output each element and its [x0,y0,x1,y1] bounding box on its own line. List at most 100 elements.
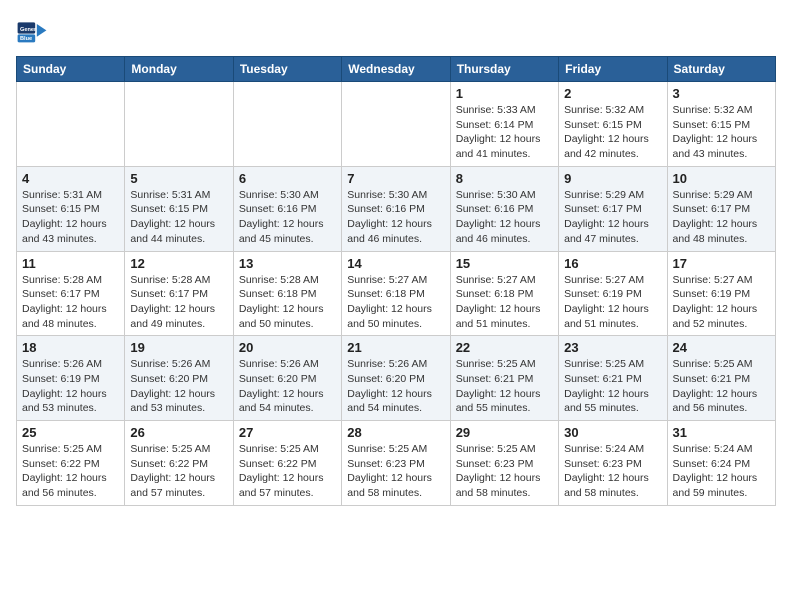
day-info: Sunrise: 5:27 AM Sunset: 6:18 PM Dayligh… [456,273,553,332]
day-number: 15 [456,256,553,271]
header: General Blue [16,16,776,48]
day-number: 11 [22,256,119,271]
col-header-sunday: Sunday [17,57,125,82]
day-number: 22 [456,340,553,355]
col-header-tuesday: Tuesday [233,57,341,82]
day-cell: 3 Sunrise: 5:32 AM Sunset: 6:15 PM Daylig… [667,82,775,167]
day-cell: 20 Sunrise: 5:26 AM Sunset: 6:20 PM Dayli… [233,336,341,421]
col-header-friday: Friday [559,57,667,82]
day-cell: 27 Sunrise: 5:25 AM Sunset: 6:22 PM Dayli… [233,421,341,506]
day-info: Sunrise: 5:25 AM Sunset: 6:22 PM Dayligh… [22,442,119,501]
day-cell: 17 Sunrise: 5:27 AM Sunset: 6:19 PM Dayli… [667,251,775,336]
day-number: 8 [456,171,553,186]
day-info: Sunrise: 5:32 AM Sunset: 6:15 PM Dayligh… [564,103,661,162]
day-number: 26 [130,425,227,440]
day-number: 27 [239,425,336,440]
day-cell: 25 Sunrise: 5:25 AM Sunset: 6:22 PM Dayli… [17,421,125,506]
day-cell: 26 Sunrise: 5:25 AM Sunset: 6:22 PM Dayli… [125,421,233,506]
day-number: 2 [564,86,661,101]
day-cell: 1 Sunrise: 5:33 AM Sunset: 6:14 PM Daylig… [450,82,558,167]
day-cell: 30Sunrise: 5:24 AM Sunset: 6:23 PM Dayli… [559,421,667,506]
day-number: 21 [347,340,444,355]
day-info: Sunrise: 5:25 AM Sunset: 6:22 PM Dayligh… [239,442,336,501]
day-cell: 31Sunrise: 5:24 AM Sunset: 6:24 PM Dayli… [667,421,775,506]
day-info: Sunrise: 5:28 AM Sunset: 6:17 PM Dayligh… [22,273,119,332]
col-header-wednesday: Wednesday [342,57,450,82]
day-number: 5 [130,171,227,186]
day-cell: 13 Sunrise: 5:28 AM Sunset: 6:18 PM Dayli… [233,251,341,336]
col-header-monday: Monday [125,57,233,82]
day-cell: 14Sunrise: 5:27 AM Sunset: 6:18 PM Dayli… [342,251,450,336]
day-number: 16 [564,256,661,271]
day-info: Sunrise: 5:27 AM Sunset: 6:19 PM Dayligh… [673,273,770,332]
day-cell [125,82,233,167]
day-number: 3 [673,86,770,101]
week-row-5: 25 Sunrise: 5:25 AM Sunset: 6:22 PM Dayli… [17,421,776,506]
day-cell: 16Sunrise: 5:27 AM Sunset: 6:19 PM Dayli… [559,251,667,336]
day-info: Sunrise: 5:25 AM Sunset: 6:21 PM Dayligh… [456,357,553,416]
day-info: Sunrise: 5:32 AM Sunset: 6:15 PM Dayligh… [673,103,770,162]
day-info: Sunrise: 5:25 AM Sunset: 6:23 PM Dayligh… [347,442,444,501]
day-number: 13 [239,256,336,271]
day-info: Sunrise: 5:25 AM Sunset: 6:22 PM Dayligh… [130,442,227,501]
day-info: Sunrise: 5:30 AM Sunset: 6:16 PM Dayligh… [239,188,336,247]
day-cell [233,82,341,167]
day-cell: 12 Sunrise: 5:28 AM Sunset: 6:17 PM Dayli… [125,251,233,336]
day-number: 20 [239,340,336,355]
day-cell: 28 Sunrise: 5:25 AM Sunset: 6:23 PM Dayli… [342,421,450,506]
day-cell: 24 Sunrise: 5:25 AM Sunset: 6:21 PM Dayli… [667,336,775,421]
week-row-1: 1 Sunrise: 5:33 AM Sunset: 6:14 PM Daylig… [17,82,776,167]
day-info: Sunrise: 5:29 AM Sunset: 6:17 PM Dayligh… [673,188,770,247]
day-info: Sunrise: 5:28 AM Sunset: 6:17 PM Dayligh… [130,273,227,332]
day-info: Sunrise: 5:29 AM Sunset: 6:17 PM Dayligh… [564,188,661,247]
day-info: Sunrise: 5:28 AM Sunset: 6:18 PM Dayligh… [239,273,336,332]
day-info: Sunrise: 5:26 AM Sunset: 6:20 PM Dayligh… [130,357,227,416]
day-info: Sunrise: 5:30 AM Sunset: 6:16 PM Dayligh… [456,188,553,247]
day-info: Sunrise: 5:25 AM Sunset: 6:21 PM Dayligh… [673,357,770,416]
logo: General Blue [16,16,52,48]
day-number: 9 [564,171,661,186]
day-cell: 18Sunrise: 5:26 AM Sunset: 6:19 PM Dayli… [17,336,125,421]
day-info: Sunrise: 5:25 AM Sunset: 6:23 PM Dayligh… [456,442,553,501]
day-number: 19 [130,340,227,355]
day-number: 17 [673,256,770,271]
calendar-header-row: SundayMondayTuesdayWednesdayThursdayFrid… [17,57,776,82]
day-cell [342,82,450,167]
day-info: Sunrise: 5:33 AM Sunset: 6:14 PM Dayligh… [456,103,553,162]
day-number: 31 [673,425,770,440]
day-cell: 10Sunrise: 5:29 AM Sunset: 6:17 PM Dayli… [667,166,775,251]
day-number: 23 [564,340,661,355]
day-info: Sunrise: 5:26 AM Sunset: 6:20 PM Dayligh… [347,357,444,416]
day-number: 1 [456,86,553,101]
col-header-saturday: Saturday [667,57,775,82]
week-row-2: 4Sunrise: 5:31 AM Sunset: 6:15 PM Daylig… [17,166,776,251]
day-cell: 8 Sunrise: 5:30 AM Sunset: 6:16 PM Daylig… [450,166,558,251]
day-number: 6 [239,171,336,186]
day-number: 24 [673,340,770,355]
day-number: 30 [564,425,661,440]
day-info: Sunrise: 5:31 AM Sunset: 6:15 PM Dayligh… [130,188,227,247]
day-cell: 22 Sunrise: 5:25 AM Sunset: 6:21 PM Dayli… [450,336,558,421]
calendar-table: SundayMondayTuesdayWednesdayThursdayFrid… [16,56,776,506]
day-cell: 23 Sunrise: 5:25 AM Sunset: 6:21 PM Dayli… [559,336,667,421]
day-cell: 21 Sunrise: 5:26 AM Sunset: 6:20 PM Dayli… [342,336,450,421]
week-row-3: 11 Sunrise: 5:28 AM Sunset: 6:17 PM Dayli… [17,251,776,336]
day-number: 25 [22,425,119,440]
day-cell [17,82,125,167]
day-info: Sunrise: 5:25 AM Sunset: 6:21 PM Dayligh… [564,357,661,416]
day-cell: 9 Sunrise: 5:29 AM Sunset: 6:17 PM Daylig… [559,166,667,251]
day-cell: 4Sunrise: 5:31 AM Sunset: 6:15 PM Daylig… [17,166,125,251]
day-number: 12 [130,256,227,271]
day-number: 28 [347,425,444,440]
day-cell: 29 Sunrise: 5:25 AM Sunset: 6:23 PM Dayli… [450,421,558,506]
day-cell: 11 Sunrise: 5:28 AM Sunset: 6:17 PM Dayli… [17,251,125,336]
day-cell: 7Sunrise: 5:30 AM Sunset: 6:16 PM Daylig… [342,166,450,251]
day-cell: 15 Sunrise: 5:27 AM Sunset: 6:18 PM Dayli… [450,251,558,336]
week-row-4: 18Sunrise: 5:26 AM Sunset: 6:19 PM Dayli… [17,336,776,421]
day-info: Sunrise: 5:26 AM Sunset: 6:20 PM Dayligh… [239,357,336,416]
svg-text:Blue: Blue [20,36,32,42]
day-cell: 2 Sunrise: 5:32 AM Sunset: 6:15 PM Daylig… [559,82,667,167]
day-number: 29 [456,425,553,440]
day-info: Sunrise: 5:31 AM Sunset: 6:15 PM Dayligh… [22,188,119,247]
day-number: 18 [22,340,119,355]
